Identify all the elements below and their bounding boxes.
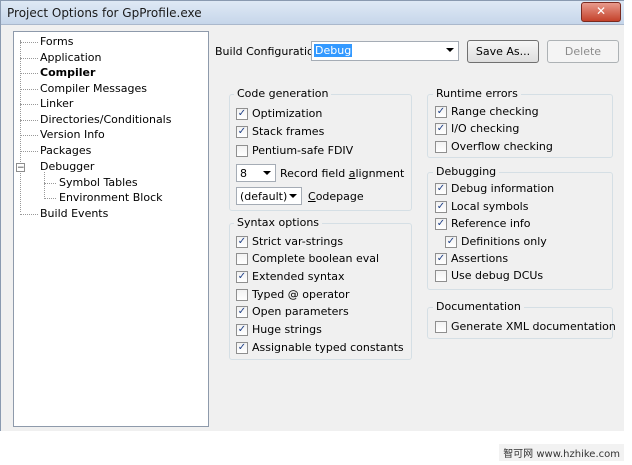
check-icon: ✓: [435, 218, 447, 230]
checkbox-box: [236, 145, 248, 157]
tree-item-version-info[interactable]: Version Info: [40, 128, 105, 142]
chevron-down-icon: [446, 48, 454, 52]
checkbox-label: I/O checking: [451, 122, 520, 135]
build-config-combo[interactable]: Debug: [311, 41, 459, 61]
close-icon: ✕: [595, 4, 607, 18]
checkbox-label: Local symbols: [451, 200, 529, 213]
checkbox-label: Reference info: [451, 217, 531, 230]
codepage-combo[interactable]: (default): [236, 187, 302, 205]
check-icon: ✓: [435, 106, 447, 118]
checkbox-box: [236, 253, 248, 265]
tree-connector: [20, 214, 38, 215]
checkbox-label: Assignable typed constants: [252, 341, 404, 354]
chevron-down-icon: [289, 194, 297, 198]
tree-item-compiler-messages[interactable]: Compiler Messages: [40, 82, 147, 96]
codepage-label: Codepage: [308, 190, 364, 203]
checkbox-label: Definitions only: [461, 235, 547, 248]
checkbox-label: Range checking: [451, 105, 539, 118]
check-icon: ✓: [236, 108, 248, 120]
tree-connector: [20, 89, 38, 90]
checkbox-label: Open parameters: [252, 305, 349, 318]
check-icon: ✓: [435, 183, 447, 195]
checkbox-box: [435, 321, 447, 333]
checkbox-label: Huge strings: [252, 323, 322, 336]
save-as-button[interactable]: Save As...: [467, 40, 539, 63]
tree-connector: [20, 40, 21, 212]
record-alignment-label: Record field alignment: [280, 167, 405, 180]
check-icon: ✓: [236, 271, 248, 283]
checkbox-label: Generate XML documentation: [451, 320, 616, 333]
checkbox-label: Assertions: [451, 252, 509, 265]
tree-connector: [44, 172, 45, 199]
check-icon: ✓: [445, 236, 457, 248]
tree-item-environment-block[interactable]: Environment Block: [59, 191, 163, 205]
checkbox-label: Debug information: [451, 182, 555, 195]
checkbox-label: Complete boolean eval: [252, 252, 380, 265]
checkbox-box: [435, 141, 447, 153]
tree-item-directories-conditionals[interactable]: Directories/Conditionals: [40, 113, 171, 127]
tree-connector: [20, 73, 38, 74]
debugging-title: Debugging: [433, 165, 500, 178]
syntax-options-title: Syntax options: [234, 216, 323, 229]
tree-item-debugger[interactable]: Debugger: [40, 160, 94, 174]
tree-connector: [20, 104, 38, 105]
checkbox-box: [435, 270, 447, 282]
build-config-value: Debug: [314, 44, 353, 57]
options-tree[interactable]: Forms Application Compiler Compiler Mess…: [13, 31, 209, 427]
checkbox-label: Optimization: [252, 107, 323, 120]
check-icon: ✓: [236, 236, 248, 248]
checkbox-label: Use debug DCUs: [451, 269, 544, 282]
tree-item-application[interactable]: Application: [40, 51, 101, 65]
delete-button[interactable]: Delete: [547, 40, 619, 63]
tree-item-compiler[interactable]: Compiler: [40, 66, 95, 80]
check-icon: ✓: [435, 201, 447, 213]
runtime-errors-title: Runtime errors: [433, 87, 521, 100]
check-icon: ✓: [236, 306, 248, 318]
code-generation-title: Code generation: [234, 87, 332, 100]
tree-item-build-events[interactable]: Build Events: [40, 207, 108, 221]
checkbox-label: Stack frames: [252, 125, 325, 138]
tree-connector: [20, 42, 38, 43]
checkbox-label: Pentium-safe FDIV: [252, 144, 354, 157]
watermark-text: 智可网 www.hzhike.com: [499, 444, 624, 461]
tree-connector: [44, 183, 56, 184]
tree-item-packages[interactable]: Packages: [40, 144, 91, 158]
check-icon: ✓: [236, 324, 248, 336]
tree-item-linker[interactable]: Linker: [40, 97, 73, 111]
close-button[interactable]: ✕: [581, 2, 621, 22]
collapse-icon[interactable]: −: [16, 163, 25, 173]
codepage-value: (default): [240, 190, 288, 203]
record-alignment-value: 8: [240, 167, 247, 180]
checkbox-box: [236, 289, 248, 301]
check-icon: ✓: [435, 123, 447, 135]
record-alignment-combo[interactable]: 8: [236, 164, 276, 182]
check-icon: ✓: [236, 342, 248, 354]
window-title: Project Options for GpProfile.exe: [7, 6, 202, 20]
checkbox-label: Typed @ operator: [252, 288, 350, 301]
tree-connector: [20, 151, 38, 152]
tree-connector: [20, 58, 38, 59]
tree-connector: [20, 120, 38, 121]
documentation-title: Documentation: [433, 300, 524, 313]
tree-connector: [20, 135, 38, 136]
tree-item-symbol-tables[interactable]: Symbol Tables: [59, 176, 138, 190]
checkbox-label: Strict var-strings: [252, 235, 344, 248]
build-config-label: Build Configuratio: [215, 45, 314, 58]
chevron-down-icon: [263, 171, 271, 175]
tree-item-forms[interactable]: Forms: [40, 35, 73, 49]
check-icon: ✓: [236, 126, 248, 138]
check-icon: ✓: [435, 253, 447, 265]
tree-connector: [44, 198, 56, 199]
project-options-window: Project Options for GpProfile.exe ✕ Form…: [0, 0, 626, 458]
checkbox-label: Overflow checking: [451, 140, 553, 153]
torn-edge-right: [624, 0, 632, 465]
checkbox-label: Extended syntax: [252, 270, 345, 283]
title-bar[interactable]: Project Options for GpProfile.exe ✕: [1, 1, 625, 25]
